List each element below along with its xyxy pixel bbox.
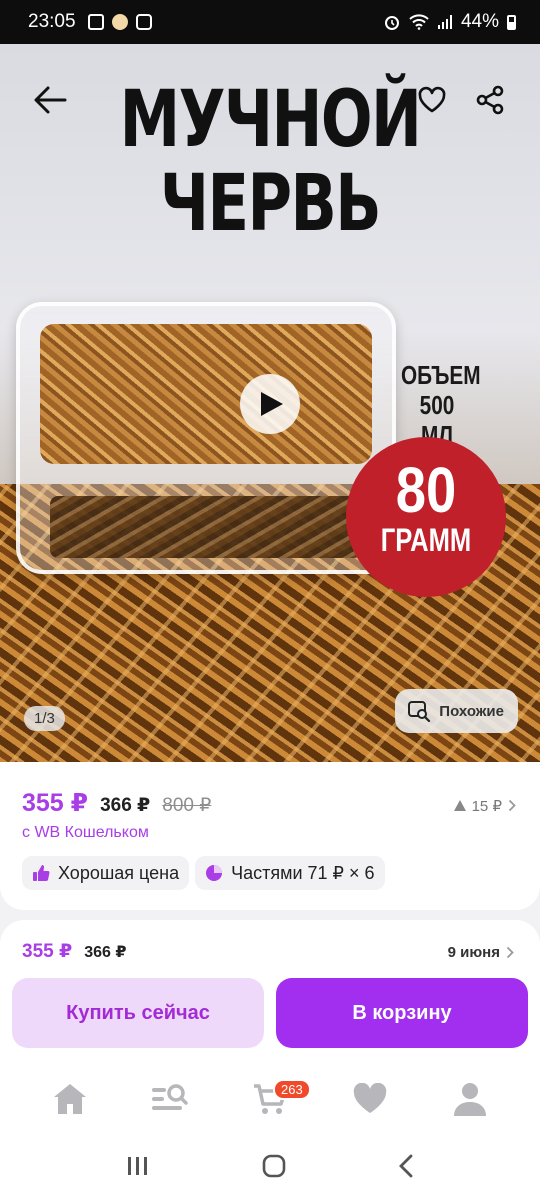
wallet-price: 355 ₽ <box>22 789 89 817</box>
delivery-date: 9 июня <box>447 944 500 961</box>
price-chips: Хорошая цена Частями 71 ₽ × 6 <box>22 856 516 890</box>
alarm-icon <box>384 16 399 30</box>
old-price: 800 ₽ <box>162 795 212 816</box>
nav-profile[interactable] <box>440 1074 500 1124</box>
catalog-search-icon <box>152 1084 188 1110</box>
container-worms-top <box>40 324 372 464</box>
buy-bar-price: 355 ₽ <box>22 941 73 962</box>
nav-catalog[interactable] <box>140 1074 200 1124</box>
price-row: 355 ₽ 366 ₽ 800 ₽ 15 ₽ <box>22 788 516 818</box>
regular-price: 366 ₽ <box>100 795 151 816</box>
home-icon <box>54 1084 86 1114</box>
buy-bar-regular-price: 366 ₽ <box>84 944 127 961</box>
image-counter: 1/3 <box>24 706 65 731</box>
recents-button[interactable] <box>126 1155 150 1182</box>
battery-percent: 44% <box>460 11 499 32</box>
play-video-button[interactable] <box>240 374 300 434</box>
app-notification-icon <box>111 14 128 30</box>
nav-favorites[interactable] <box>340 1074 400 1124</box>
signal-icon <box>437 15 452 29</box>
home-system-button[interactable] <box>262 1154 286 1183</box>
installments-label: Частями 71 ₽ × 6 <box>231 862 375 883</box>
buy-now-button[interactable]: Купить сейчас <box>12 978 264 1048</box>
good-price-chip[interactable]: Хорошая цена <box>22 856 190 890</box>
cart-badge: 263 <box>273 1079 311 1100</box>
home-circle-icon <box>262 1154 286 1177</box>
good-price-label: Хорошая цена <box>58 862 180 883</box>
battery-icon <box>507 14 516 30</box>
wifi-icon <box>409 14 429 30</box>
chevron-right-icon <box>506 946 514 959</box>
product-image-carousel[interactable]: МУЧНОЙ ЧЕРВЬ ОБЪЕМ 500 МЛ 80 ГРАММ 1/3 П… <box>0 44 540 762</box>
buy-price-row: 355 ₽ 366 ₽ 9 июня <box>22 940 514 963</box>
gallery-notification-icon <box>87 14 104 30</box>
price-history-button[interactable]: 15 ₽ <box>453 797 516 815</box>
wallet-note[interactable]: с WB Кошельком <box>22 824 516 842</box>
profile-icon <box>454 1083 486 1116</box>
nav-cart[interactable]: 263 <box>240 1074 311 1124</box>
recents-icon <box>128 1156 147 1175</box>
pie-chart-icon <box>206 865 223 881</box>
nav-home[interactable] <box>40 1074 100 1124</box>
status-time: 23:05 <box>28 11 76 32</box>
system-navigation-bar <box>0 1136 540 1200</box>
play-icon <box>261 392 283 416</box>
favorite-button[interactable] <box>412 80 452 120</box>
add-to-cart-button[interactable]: В корзину <box>276 978 528 1048</box>
delivery-date-button[interactable]: 9 июня <box>448 944 514 961</box>
mealworm-container-image <box>16 302 396 574</box>
status-bar: 23:05 44% <box>0 0 540 44</box>
back-system-button[interactable] <box>398 1154 414 1183</box>
media-notification-icon <box>135 14 152 30</box>
buy-bar: 355 ₽ 366 ₽ 9 июня Купить сейчас В корзи… <box>0 920 540 1062</box>
image-search-icon <box>408 701 431 722</box>
thumbs-up-icon <box>33 865 50 881</box>
similar-items-button[interactable]: Похожие <box>395 689 518 733</box>
container-worms-bottom <box>50 496 362 558</box>
heart-nav-icon <box>353 1083 387 1113</box>
back-button[interactable] <box>30 80 70 120</box>
back-chevron-icon <box>399 1154 413 1177</box>
share-button[interactable] <box>470 80 510 120</box>
price-history-label: 15 ₽ <box>471 797 502 815</box>
chevron-right-icon <box>508 799 516 812</box>
volume-label: ОБЪЕМ 500 МЛ <box>401 360 481 450</box>
heart-icon <box>418 86 446 113</box>
back-arrow-icon <box>34 86 67 114</box>
weight-badge: 80 ГРАММ <box>346 437 506 597</box>
installments-chip[interactable]: Частями 71 ₽ × 6 <box>195 856 385 890</box>
triangle-up-icon <box>453 800 466 811</box>
bottom-navigation: 263 <box>0 1062 540 1136</box>
similar-items-label: Похожие <box>439 702 504 720</box>
price-card: 355 ₽ 366 ₽ 800 ₽ 15 ₽ с WB Кошельком Хо… <box>0 762 540 910</box>
status-right: 44% <box>383 11 516 33</box>
share-icon <box>476 85 504 115</box>
